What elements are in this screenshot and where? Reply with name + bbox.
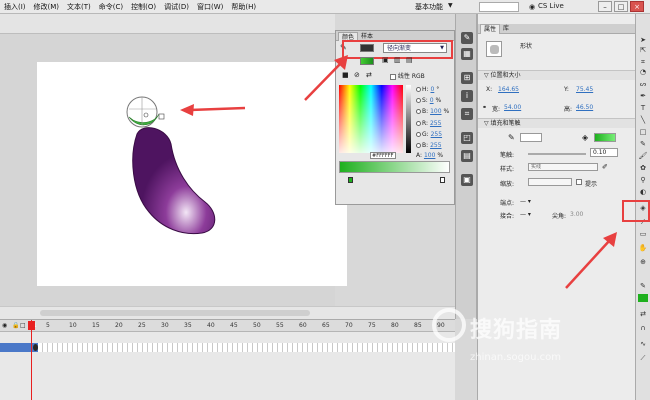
annotation-arrow [304,55,348,101]
watermark-logo [432,308,466,342]
watermark-url: zhinan.sogou.com [470,352,562,363]
watermark-text: 搜狗指南 [470,318,563,343]
annotation-arrow [180,104,246,116]
annotation-arrow [565,232,617,289]
